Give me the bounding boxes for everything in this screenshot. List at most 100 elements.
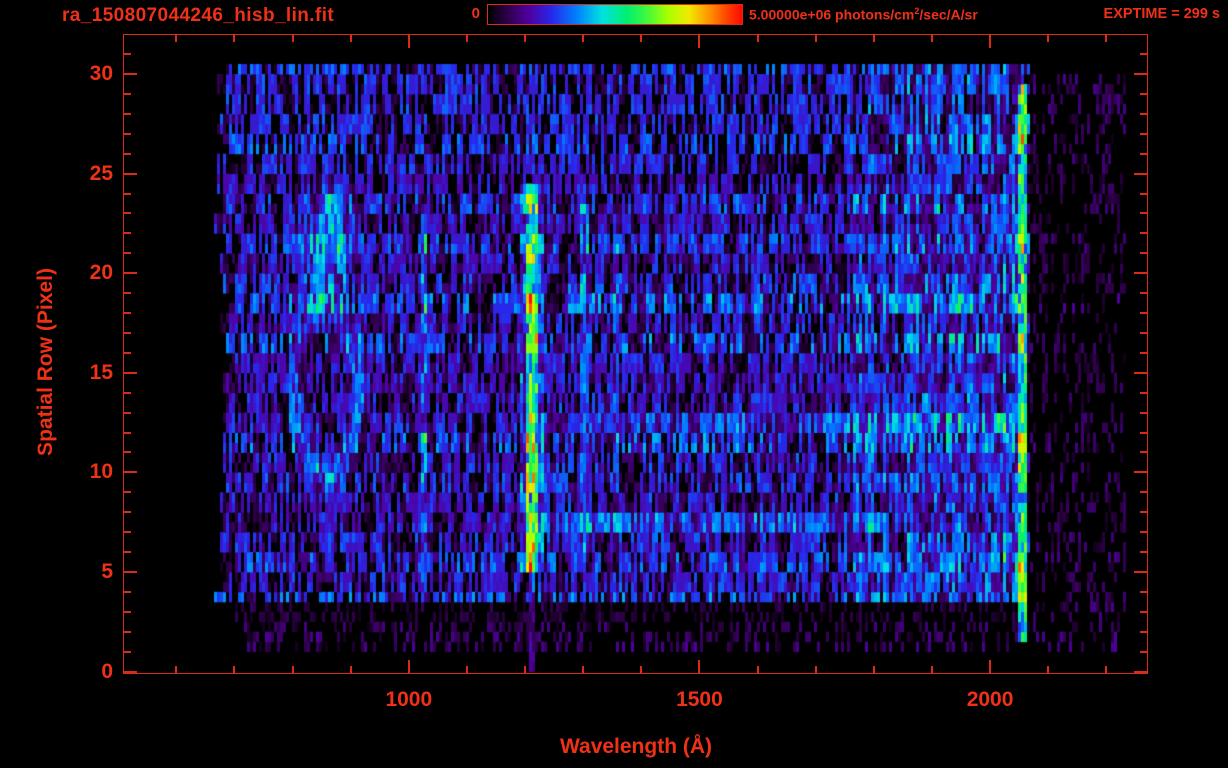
axis-tick xyxy=(1134,272,1147,275)
plot-frame xyxy=(123,34,1148,674)
axis-tick xyxy=(1140,232,1147,235)
axis-tick xyxy=(1134,73,1147,75)
axis-tick xyxy=(1140,331,1147,334)
axis-tick xyxy=(124,630,131,633)
spectral-plot-window: ra_150807044246_hisb_lin.fit 0 5.00000e+… xyxy=(0,0,1228,768)
axis-tick xyxy=(1105,666,1108,673)
axis-tick xyxy=(124,491,131,494)
axis-tick xyxy=(582,666,585,673)
axis-tick xyxy=(1140,431,1147,434)
axis-tick xyxy=(175,35,178,42)
axis-tick xyxy=(124,451,131,454)
axis-tick xyxy=(1140,411,1147,414)
axis-tick xyxy=(124,172,137,175)
axis-tick xyxy=(989,35,992,48)
axis-tick xyxy=(124,212,131,215)
axis-tick xyxy=(1140,590,1147,593)
axis-tick xyxy=(124,331,131,334)
axis-tick xyxy=(1140,511,1147,514)
axis-tick xyxy=(124,570,137,573)
axis-tick xyxy=(698,660,701,673)
colorbar-gradient xyxy=(488,5,742,24)
axis-tick xyxy=(640,666,643,673)
axis-tick xyxy=(756,35,759,42)
axis-tick xyxy=(582,35,585,42)
y-tick-label: 25 xyxy=(89,161,113,185)
axis-tick xyxy=(1140,451,1147,454)
axis-tick xyxy=(1140,610,1147,613)
axis-tick xyxy=(124,272,137,275)
axis-tick xyxy=(1140,491,1147,494)
axis-tick xyxy=(233,666,236,673)
axis-tick xyxy=(930,35,933,42)
axis-tick xyxy=(175,666,178,673)
axis-tick xyxy=(124,531,131,534)
axis-tick xyxy=(1140,551,1147,553)
axis-tick xyxy=(1140,92,1147,95)
colorbar-max-label: 5.00000e+06 photons/cm2/sec/A/sr xyxy=(749,6,978,23)
axis-tick xyxy=(465,35,468,42)
y-tick-label: 0 xyxy=(101,659,113,683)
colorbar-units-post: /sec/A/sr xyxy=(919,6,978,23)
colorbar-units-pre: photons/cm xyxy=(831,6,915,23)
axis-tick xyxy=(1105,35,1108,42)
axis-tick xyxy=(814,666,817,673)
axis-tick xyxy=(291,35,294,42)
axis-tick xyxy=(124,53,131,56)
axis-tick xyxy=(124,292,131,295)
axis-tick xyxy=(124,650,131,653)
axis-tick xyxy=(1140,351,1147,354)
x-tick-label: 1000 xyxy=(385,688,433,711)
axis-tick xyxy=(1140,53,1147,56)
axis-tick xyxy=(124,471,137,474)
axis-tick xyxy=(124,411,131,414)
axis-tick xyxy=(1140,531,1147,534)
axis-tick xyxy=(1140,252,1147,255)
axis-tick xyxy=(124,610,131,613)
axis-tick xyxy=(124,391,131,394)
axis-tick xyxy=(930,666,933,673)
axis-tick xyxy=(814,35,817,42)
y-tick-label: 30 xyxy=(89,62,113,85)
axis-tick xyxy=(1134,172,1147,175)
axis-tick xyxy=(698,35,701,48)
spectral-heatmap-canvas xyxy=(124,35,1147,673)
colorbar xyxy=(487,4,743,25)
axis-tick xyxy=(124,73,137,75)
axis-tick xyxy=(349,35,352,42)
y-tick-label: 10 xyxy=(89,460,113,484)
axis-tick xyxy=(756,666,759,673)
y-tick-label: 20 xyxy=(89,261,113,285)
axis-tick xyxy=(124,112,131,115)
axis-tick xyxy=(1140,152,1147,155)
axis-tick xyxy=(1140,132,1147,135)
axis-tick xyxy=(124,132,131,135)
axis-tick xyxy=(989,660,992,673)
axis-tick xyxy=(1140,112,1147,115)
x-tick-label: 1500 xyxy=(676,688,723,711)
axis-tick xyxy=(349,666,352,673)
axis-tick xyxy=(124,252,131,255)
axis-tick xyxy=(1140,391,1147,394)
colorbar-min-label: 0 xyxy=(471,5,480,22)
axis-tick xyxy=(1134,570,1147,573)
y-tick-label: 15 xyxy=(89,360,113,384)
axis-tick xyxy=(124,431,131,434)
x-axis-title: Wavelength (Å) xyxy=(559,735,713,758)
axis-tick xyxy=(1140,630,1147,633)
axis-tick xyxy=(1047,666,1050,673)
axis-tick xyxy=(291,666,294,673)
axis-tick xyxy=(1140,312,1147,314)
axis-tick xyxy=(407,660,410,673)
axis-tick xyxy=(124,351,131,354)
axis-tick xyxy=(1140,192,1147,195)
axis-tick xyxy=(1140,292,1147,295)
axis-tick xyxy=(124,92,131,95)
colorbar-max-value: 5.00000e+06 xyxy=(749,6,832,23)
axis-tick xyxy=(124,232,131,235)
axis-tick xyxy=(124,312,131,314)
axis-tick xyxy=(124,152,131,155)
y-tick-label: 5 xyxy=(101,559,113,583)
axis-tick xyxy=(1134,670,1147,673)
axis-tick xyxy=(1140,650,1147,653)
